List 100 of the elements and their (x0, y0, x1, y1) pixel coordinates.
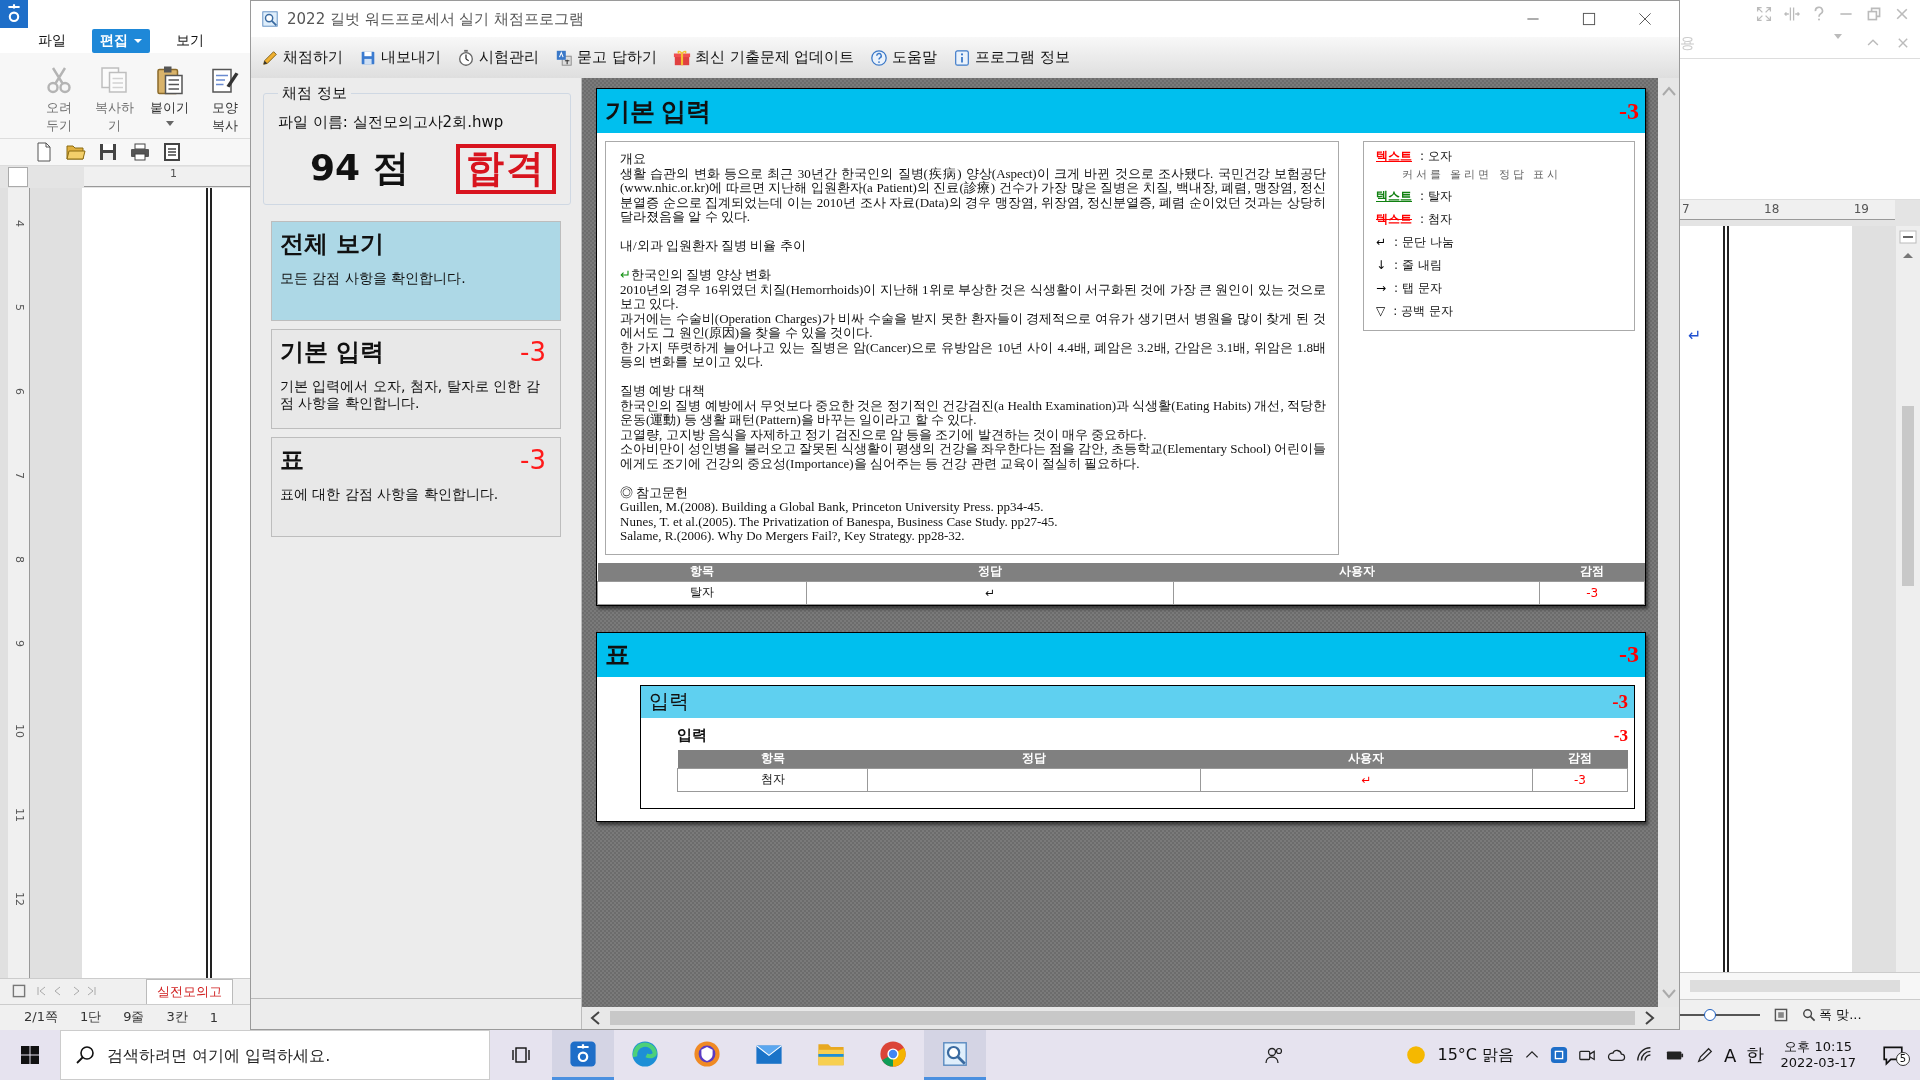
taskbar-app[interactable] (924, 1030, 986, 1080)
document-paragraph: 내/외과 입원환자 질병 비율 추이 (620, 237, 807, 254)
window-title: 2022 길벗 워드프로세서 실기 채점프로그램 (287, 9, 585, 29)
scroll-right-icon[interactable] (1645, 1011, 1655, 1025)
legend-label: : 오자 (1420, 148, 1452, 165)
toolbar-button[interactable]: 도움말 (870, 48, 938, 67)
save-icon[interactable] (98, 142, 118, 163)
status-text: 2/1쪽 (24, 1008, 58, 1027)
document-app-icon (569, 1039, 597, 1068)
deduction-score: -3 (1619, 641, 1639, 668)
legend-sample: 텍스트 (1376, 211, 1412, 228)
toolbar-button[interactable]: 묻고 답하기 (555, 48, 657, 67)
deduction-score: -3 (1619, 97, 1639, 125)
new-document-icon[interactable] (34, 142, 54, 163)
help-icon (870, 48, 889, 67)
weather-text[interactable]: 15°C 맑음 (1437, 1044, 1515, 1066)
tray-app-icon[interactable] (1550, 1046, 1569, 1064)
legend-label: : 탭 문자 (1394, 280, 1442, 297)
ruler-corner-button[interactable] (8, 166, 28, 187)
open-folder-icon[interactable] (66, 142, 86, 163)
scroll-thumb[interactable] (1902, 406, 1914, 586)
category-card[interactable]: 기본 입력 -3 기본 입력에서 오자, 첨자, 탈자로 인한 감점 사항을 확인합니다. (271, 328, 561, 429)
legend-sample: 텍스트 (1376, 188, 1412, 205)
ribbon-button[interactable]: 붙이기 (145, 65, 195, 139)
deduction-score: -3 (1612, 690, 1628, 713)
horizontal-scrollbar[interactable] (582, 1007, 1679, 1029)
page-icon[interactable] (162, 142, 182, 163)
menu-tab[interactable]: 보기 (168, 28, 212, 53)
clock-date[interactable]: 2022-03-17 (1780, 1055, 1856, 1072)
stopwatch-icon (457, 48, 475, 67)
browser-icon (631, 1039, 659, 1068)
info-icon (953, 48, 972, 67)
ribbon-button[interactable]: 모양 복사 (200, 65, 250, 139)
split-button-icon[interactable] (1899, 230, 1917, 244)
category-description: 모든 감점 사항을 확인합니다. (280, 269, 467, 287)
document-tab[interactable]: 실전모의고 (146, 978, 233, 1004)
legend-label: : 공백 문자 (1393, 303, 1453, 320)
category-card[interactable]: 표 -3 표에 대한 감점 사항을 확인합니다. (271, 436, 561, 537)
document-paragraph: 소아비만이 성인병을 불러오고 잘못된 식생활이 평생의 건강을 좌우한다는 점을 감안, 초등학교(Elementary School) 어린이들에게도 조기에 건강의 중요성(Importance)을 심어주는 등 건강 관련 교육이 절실히 필요하다. (620, 442, 1326, 471)
column-header: 사용자 (1200, 749, 1533, 768)
toolbar-button[interactable]: 프로그램 정보 (953, 48, 1071, 67)
legend-label: : 문단 나눔 (1394, 234, 1454, 251)
search-icon (76, 1045, 96, 1065)
legend-label: : 줄 내림 (1394, 257, 1442, 274)
panel-heading: 채점 정보 (281, 84, 348, 103)
legend-sample: ▽ (1376, 304, 1386, 318)
legend-sample: → (1376, 281, 1387, 295)
document-paragraph: 생활 습관의 변화 등으로 최근 30년간 한국인의 질병(疾病) 양상(Aspect)이 크게 바뀐 것으로 조사됐다. 국민건강 보험공단(www.nhic.or.kr)에 따르면 지난해 입원환자(a Patient)의 진료(診療) 건수가 가장 많은 질병은 치질, 백내장, 폐렴, 맹장염, 정신분열증 순으로 집계되었는데 이는 2010년 조사 자료(Data)의 경우 맹장염, 위장염, 정신분열증, 폐렴 순이었던 것과는 상당히 달라졌음을 알 수 있다. (620, 166, 1326, 225)
menu-tab[interactable]: 파일 (30, 28, 74, 53)
menu-tab[interactable]: 편집 (92, 28, 150, 53)
close-icon[interactable] (1637, 11, 1653, 27)
input-mode-indicator[interactable]: A (1724, 1044, 1737, 1066)
vertical-ruler: 4 5 6 7 8 9 10 11 12 (8, 187, 30, 978)
vertical-scrollbar[interactable] (1896, 226, 1920, 972)
deduction-score: -3 (520, 444, 547, 475)
clipboard-icon (154, 65, 185, 96)
status-text: 1 (209, 1009, 219, 1025)
windows-logo-icon[interactable] (20, 1045, 40, 1065)
document-paragraph: 과거에는 수술비(Operation Charges)가 비싸 수술을 받지 못한 환자들이 경제적으로 여유가 생기면서 병원을 많이 찾게 된 것에서도 그 원인(原因)을 찾을 수 있을 것이다. (620, 311, 1326, 341)
table-cell: ↵ (1200, 768, 1533, 791)
print-icon[interactable] (130, 142, 150, 163)
input-language-indicator[interactable]: 한 (1746, 1043, 1765, 1067)
document-paragraph: ◎ 참고문헌 (620, 483, 690, 500)
column-header: 사용자 (1173, 562, 1540, 581)
task-view-icon[interactable] (511, 1045, 531, 1065)
column-header: 정답 (867, 749, 1200, 768)
maximize-icon[interactable] (1581, 11, 1597, 27)
status-text: 3칸 (166, 1008, 188, 1027)
toolbar-button[interactable]: 채점하기 (261, 48, 343, 67)
paragraph-mark: ↵ (1688, 326, 1702, 346)
document-paragraph: Salame, R.(2006). Why Do Mergers Fail?, Key Strategy. pp28-32. (620, 529, 966, 544)
status-text: 9줄 (123, 1008, 145, 1027)
magnifier-app-icon (941, 1039, 969, 1068)
toolbar-button[interactable]: 내보내기 (359, 48, 441, 67)
column-header: 정답 (806, 562, 1174, 581)
pen-icon[interactable] (1696, 1046, 1715, 1064)
legend-sample: ↓ (1376, 258, 1387, 272)
app-logo-icon[interactable] (0, 0, 28, 28)
category-description: 표에 대한 감점 사항을 확인합니다. (280, 485, 500, 503)
toolbar-button[interactable]: 최신 기출문제 업데이트 (672, 48, 855, 67)
toolbar-button[interactable]: 시험관리 (457, 48, 539, 67)
zoom-label[interactable]: 폭 맞... (1819, 1006, 1862, 1024)
horizontal-scrollbar[interactable] (1680, 972, 1920, 999)
scroll-left-icon[interactable] (590, 1011, 600, 1025)
document-paragraph: ↵한국인의 질병 양상 변화 (620, 266, 772, 283)
search-field[interactable]: 검색하려면 여기에 입력하세요. (60, 1030, 490, 1080)
category-card[interactable]: 전체 보기 모든 감점 사항을 확인합니다. (271, 220, 561, 321)
document-paragraph: 한 가지 뚜렷하게 늘어나고 있는 질병은 암(Cancer)으로 유방암은 10년 사이 4.4배, 폐암은 3.2배, 간암은 3.1배, 위암은 1.8배 등의 변화를 보이고 있다. (620, 340, 1326, 370)
fit-page-icon[interactable] (1774, 1008, 1788, 1022)
category-title: 표 (280, 444, 304, 476)
shield-icon (693, 1039, 721, 1068)
notification-icon[interactable] (1882, 1044, 1904, 1066)
caret-icon[interactable] (165, 120, 174, 126)
legend-label: : 탈자 (1420, 188, 1452, 205)
taskbar-app[interactable] (552, 1030, 614, 1080)
ruler: 1 (84, 166, 250, 187)
scroll-up-icon[interactable] (1901, 250, 1915, 260)
app-icon[interactable] (261, 10, 279, 28)
zoom-icon[interactable] (1802, 1008, 1816, 1022)
clock-time[interactable]: 오후 10:15 (1784, 1038, 1852, 1055)
